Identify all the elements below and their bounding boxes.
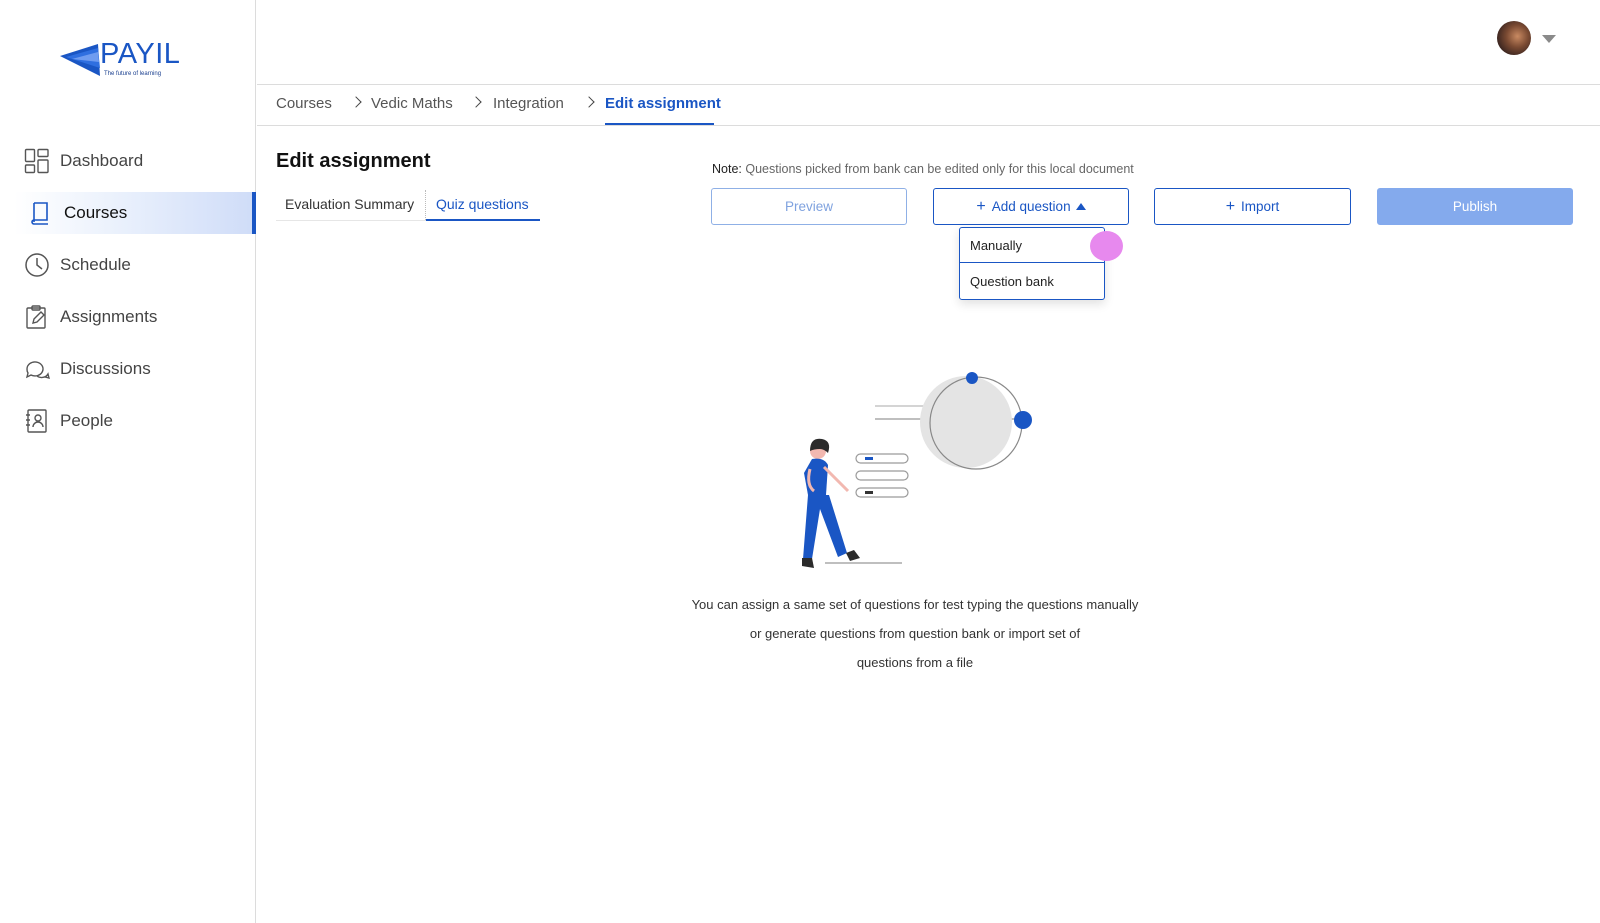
empty-state-illustration xyxy=(780,365,1060,575)
sidebar-item-label: Assignments xyxy=(60,307,158,326)
tab-divider xyxy=(425,190,426,220)
chat-bubbles-icon xyxy=(24,356,50,382)
add-question-label: Add question xyxy=(991,199,1071,214)
chevron-right-icon xyxy=(583,96,595,108)
sidebar: PAYIL The future of learning Dashboard C… xyxy=(0,0,256,923)
chevron-right-icon xyxy=(470,96,482,108)
clock-icon xyxy=(24,252,50,278)
caret-up-icon xyxy=(1075,203,1086,210)
brand-tagline: The future of learning xyxy=(104,71,162,77)
sidebar-item-dashboard[interactable]: Dashboard xyxy=(0,140,256,182)
import-button[interactable]: + Import xyxy=(1154,188,1351,225)
payil-logo[interactable]: PAYIL The future of learning xyxy=(60,38,200,84)
sidebar-item-courses[interactable]: Courses xyxy=(14,192,256,234)
contact-book-icon xyxy=(24,408,50,434)
breadcrumb-active-underline xyxy=(605,123,714,125)
sidebar-item-schedule[interactable]: Schedule xyxy=(0,244,256,286)
plus-icon: + xyxy=(1225,197,1236,215)
sidebar-item-label: Discussions xyxy=(60,359,151,378)
import-button-label: Import xyxy=(1241,199,1280,214)
preview-button-label: Preview xyxy=(784,199,833,214)
breadcrumb: Courses Vedic Maths Integration Edit ass… xyxy=(257,85,1600,126)
logo-mark-icon xyxy=(60,44,100,76)
empty-state-line: You can assign a same set of questions f… xyxy=(691,597,1139,612)
breadcrumb-courses[interactable]: Courses xyxy=(276,95,332,112)
sidebar-item-label: Schedule xyxy=(60,255,131,274)
publish-button[interactable]: Publish xyxy=(1377,188,1573,225)
brand-name: PAYIL xyxy=(100,38,181,70)
book-icon xyxy=(28,200,54,226)
sidebar-nav: Dashboard Courses Schedule Assignments D… xyxy=(0,140,256,452)
add-question-menu: Manually Question bank xyxy=(959,227,1105,300)
preview-button[interactable]: Preview xyxy=(711,188,907,225)
breadcrumb-edit-assignment[interactable]: Edit assignment xyxy=(605,95,721,112)
bank-edit-note: Note: Questions picked from bank can be … xyxy=(712,162,1134,176)
page-title: Edit assignment xyxy=(276,150,431,172)
empty-state-line: questions from a file xyxy=(856,655,974,670)
tab-evaluation-summary[interactable]: Evaluation Summary xyxy=(285,196,414,212)
add-question-button[interactable]: + Add question xyxy=(933,188,1129,225)
sidebar-item-assignments[interactable]: Assignments xyxy=(0,296,256,338)
clipboard-edit-icon xyxy=(24,304,50,330)
sidebar-item-label: People xyxy=(60,411,113,430)
top-bar xyxy=(257,0,1600,85)
chevron-down-icon[interactable] xyxy=(1542,35,1556,43)
sidebar-item-people[interactable]: People xyxy=(0,400,256,442)
breadcrumb-integration[interactable]: Integration xyxy=(493,95,564,112)
user-avatar[interactable] xyxy=(1497,21,1531,55)
menu-item-manually[interactable]: Manually xyxy=(960,228,1104,263)
sidebar-item-discussions[interactable]: Discussions xyxy=(0,348,256,390)
menu-item-question-bank[interactable]: Question bank xyxy=(960,264,1104,299)
sidebar-item-label: Courses xyxy=(64,203,128,222)
plus-icon: + xyxy=(976,197,986,215)
breadcrumb-vedic-maths[interactable]: Vedic Maths xyxy=(371,95,453,112)
dashboard-icon xyxy=(24,148,50,174)
tab-active-underline xyxy=(426,219,540,221)
note-label: Note: xyxy=(712,162,742,176)
empty-state-message: You can assign a same set of questions f… xyxy=(660,590,1170,677)
empty-state-line: or generate questions from question bank… xyxy=(749,626,1081,641)
note-text: Questions picked from bank can be edited… xyxy=(745,162,1134,176)
publish-button-label: Publish xyxy=(1452,199,1498,214)
chevron-right-icon xyxy=(350,96,362,108)
pointer-indicator xyxy=(1090,231,1123,261)
sidebar-item-label: Dashboard xyxy=(60,151,144,170)
tab-quiz-questions[interactable]: Quiz questions xyxy=(436,196,529,212)
